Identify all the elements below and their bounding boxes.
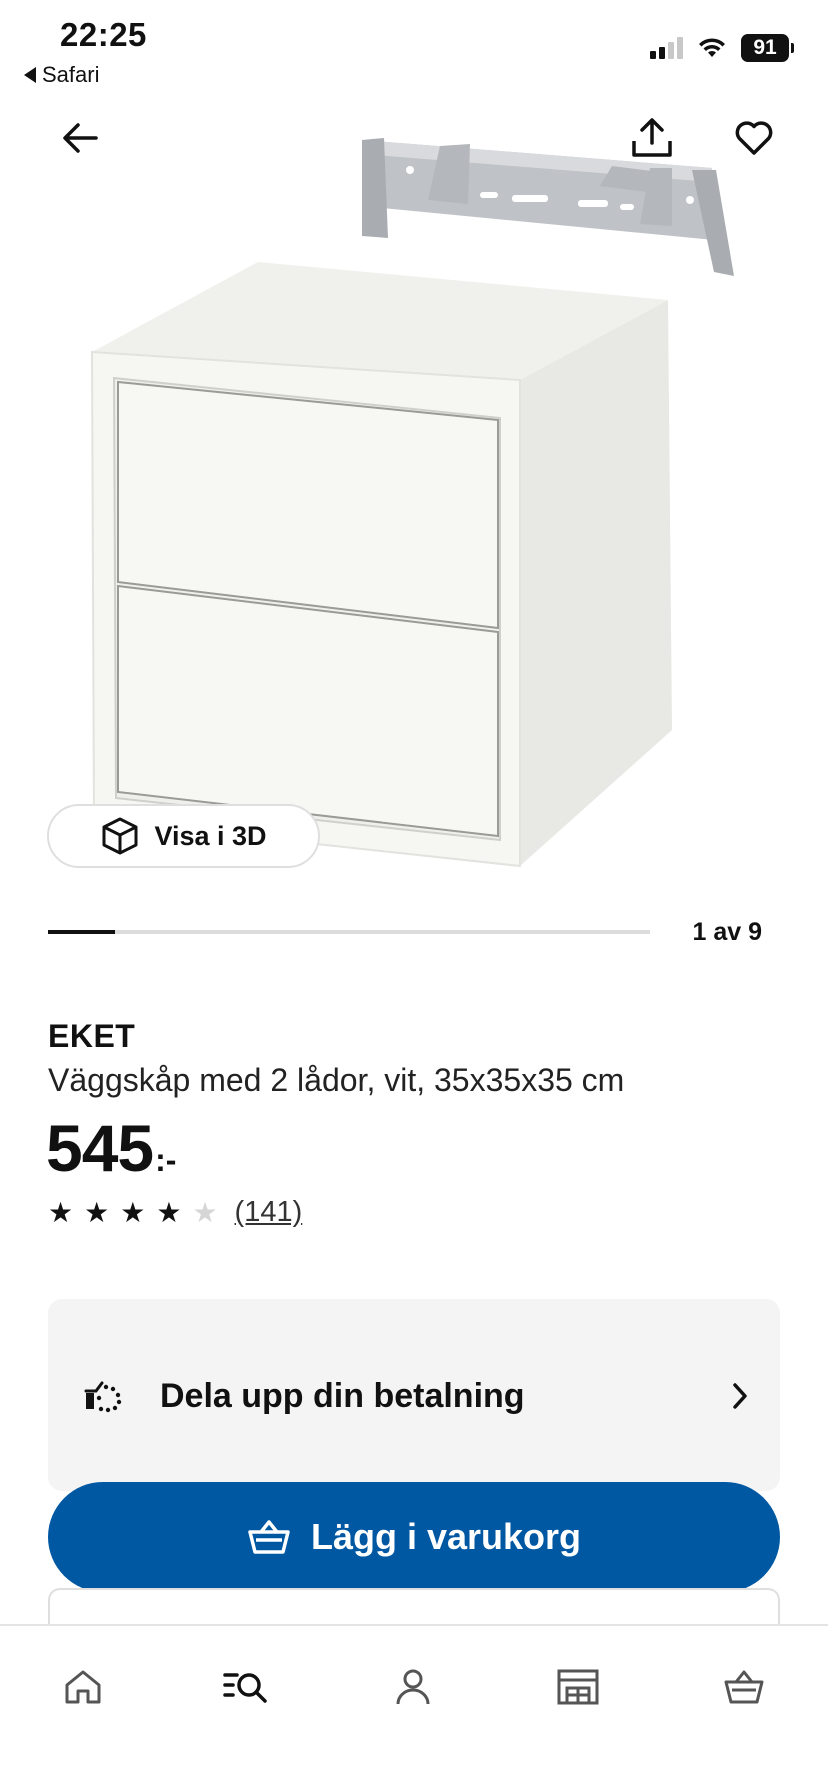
heart-icon (735, 121, 773, 155)
cube-icon (102, 817, 138, 855)
rating-star-icon: ★ (192, 1196, 218, 1228)
rating-star-icon: ★ (84, 1196, 110, 1228)
split-payment-label: Dela upp din betalning (160, 1377, 525, 1415)
wifi-icon (699, 38, 725, 57)
payment-split-icon (84, 1381, 122, 1413)
nav-profile[interactable] (373, 1652, 453, 1722)
add-to-cart-button[interactable]: Lägg i varukorg (48, 1482, 780, 1592)
product-description: Väggskåp med 2 lådor, vit, 35x35x35 cm (48, 1062, 625, 1098)
product-price: 545 :- (46, 1110, 176, 1186)
profile-icon (396, 1669, 430, 1705)
back-app-label: Safari (42, 62, 100, 87)
status-time: 22:25 (60, 16, 147, 53)
battery-icon: 91 (741, 34, 794, 62)
battery-level: 91 (741, 34, 789, 62)
bottom-navigation (0, 1624, 828, 1792)
view-in-3d-label: Visa i 3D (154, 820, 267, 851)
back-to-safari[interactable]: Safari (24, 62, 99, 88)
product-name: EKET (48, 1018, 136, 1054)
nav-search[interactable] (207, 1652, 287, 1722)
rating-star-icon: ★ (156, 1196, 182, 1228)
chevron-right-icon (733, 1383, 747, 1409)
rating-star-icon: ★ (120, 1196, 146, 1228)
basket-icon (248, 1520, 290, 1554)
price-value: 545 (46, 1111, 154, 1185)
review-count-link[interactable]: (141) (235, 1196, 303, 1229)
back-button[interactable] (52, 110, 108, 166)
add-to-cart-label: Lägg i varukorg (310, 1516, 582, 1557)
store-icon (557, 1669, 599, 1705)
view-in-3d-button[interactable]: Visa i 3D (47, 804, 320, 868)
nav-home[interactable] (43, 1652, 123, 1722)
arrow-left-icon (63, 123, 98, 153)
share-button[interactable] (624, 110, 680, 166)
gallery-progress-bar (48, 930, 650, 934)
back-triangle-icon (24, 67, 36, 83)
favourite-button[interactable] (726, 110, 782, 166)
split-payment-card[interactable]: Dela upp din betalning (48, 1299, 780, 1491)
wall-cabinet-illustration (90, 138, 734, 868)
gallery-progress-fill (48, 930, 115, 934)
product-top-actions (0, 110, 828, 170)
gallery-counter: 1 av 9 (692, 918, 762, 946)
basket-icon (724, 1670, 764, 1704)
cellular-signal-icon (650, 37, 683, 59)
status-bar: 22:25 Safari 91 (0, 0, 828, 92)
product-rating[interactable]: ★ ★ ★ ★ ★ (141) (48, 1196, 302, 1229)
next-card-peek (48, 1588, 780, 1628)
search-list-icon (223, 1673, 267, 1703)
home-icon (65, 1670, 101, 1704)
nav-stores[interactable] (538, 1652, 618, 1722)
nav-cart[interactable] (704, 1652, 784, 1722)
price-suffix: :- (155, 1142, 177, 1178)
product-image[interactable] (0, 120, 828, 880)
share-icon (632, 118, 672, 157)
rating-star-icon: ★ (48, 1196, 74, 1228)
status-indicators: 91 (650, 34, 794, 62)
